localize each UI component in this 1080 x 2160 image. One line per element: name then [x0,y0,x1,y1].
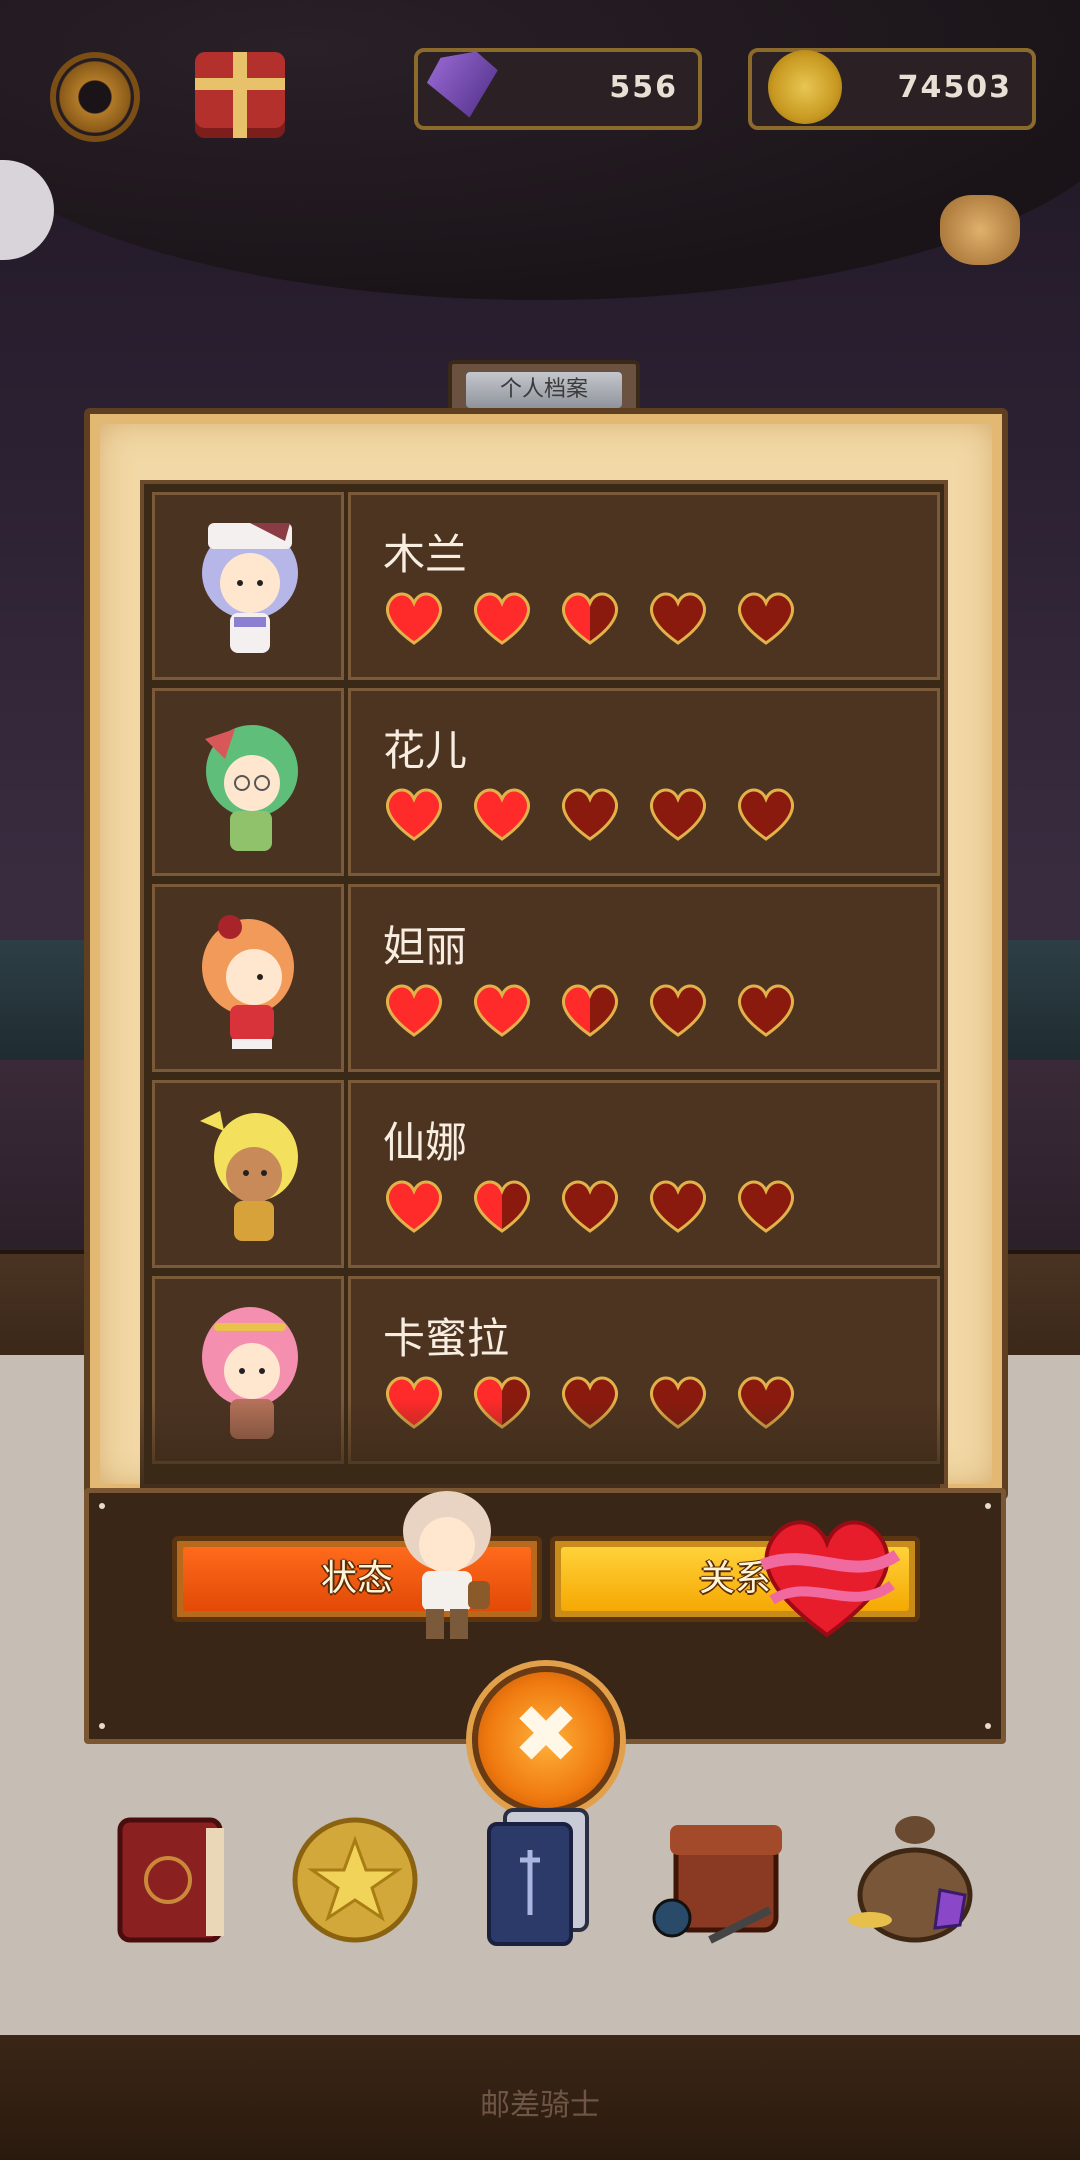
list-item[interactable]: 仙娜 [148,1076,940,1268]
character-name: 木兰 [383,530,468,579]
character-info: 花儿 [348,688,940,876]
character-info: 木兰 [348,492,940,680]
heart-icon [381,1173,447,1235]
list-item[interactable]: 花儿 [148,684,940,876]
character-portrait-dali [202,915,294,1049]
gear-icon[interactable] [50,52,140,142]
bottom-menu [0,1800,1080,1960]
affection-hearts [381,977,799,1039]
heart-icon [557,1173,623,1235]
heart-icon [645,1173,711,1235]
star-coin-icon[interactable] [290,1800,420,1950]
equipment-bag-icon[interactable] [650,1800,800,1950]
portrait-frame [152,688,344,876]
game-brand-label: 邮差骑士 [480,2088,600,2123]
journal-book-icon[interactable] [110,1800,240,1950]
character-name: 卡蜜拉 [383,1314,510,1363]
portrait-frame [152,884,344,1072]
pouch-icon[interactable] [940,195,1020,265]
character-name: 花儿 [383,726,468,775]
affection-hearts [381,585,799,647]
treasure-sack-icon[interactable] [840,1800,990,1950]
character-portrait-mulan [202,523,298,653]
heart-icon [645,585,711,647]
affection-hearts [381,781,799,843]
panel-title: 个人档案 [466,372,622,408]
heart-icon [645,781,711,843]
panel-title-tab: 个人档案 [448,360,640,412]
heart-icon [733,1173,799,1235]
portrait-frame [152,492,344,680]
coin-count: 74503 [897,70,1012,105]
heart-icon [469,585,535,647]
heart-icon [381,977,447,1039]
affection-hearts [381,1173,799,1235]
character-name: 妲丽 [383,922,468,971]
heart-icon [469,781,535,843]
card-deck-icon[interactable] [475,1800,605,1950]
heart-icon [381,585,447,647]
close-button[interactable]: ✖ [472,1666,620,1814]
heart-icon [469,1173,535,1235]
relationship-heart-icon [759,1520,901,1638]
character-portrait-huaer [205,725,298,851]
list-item[interactable]: 木兰 [148,488,940,680]
list-item[interactable]: 妲丽 [148,880,940,1072]
close-icon: ✖ [512,1688,580,1781]
rivet [985,1723,991,1729]
list-fade [140,1400,940,1490]
character-portrait-xianna [200,1111,298,1241]
character-info: 仙娜 [348,1080,940,1268]
heart-icon [645,977,711,1039]
heart-icon [557,781,623,843]
heart-icon [733,781,799,843]
portrait-frame [152,1080,344,1268]
heart-icon [733,977,799,1039]
character-info: 妲丽 [348,884,940,1072]
coin-icon [768,50,842,124]
gift-icon[interactable] [195,52,285,138]
rivet [99,1503,105,1509]
heart-icon [469,977,535,1039]
character-name: 仙娜 [383,1118,468,1167]
character-list[interactable]: 木兰 花儿 妲丽 仙娜 卡蜜拉 [140,480,948,1488]
player-character [403,1491,491,1639]
heart-icon [733,585,799,647]
heart-icon [557,585,623,647]
gem-count: 556 [609,70,678,105]
heart-icon [557,977,623,1039]
rivet [99,1723,105,1729]
heart-icon [381,781,447,843]
rivet [985,1503,991,1509]
